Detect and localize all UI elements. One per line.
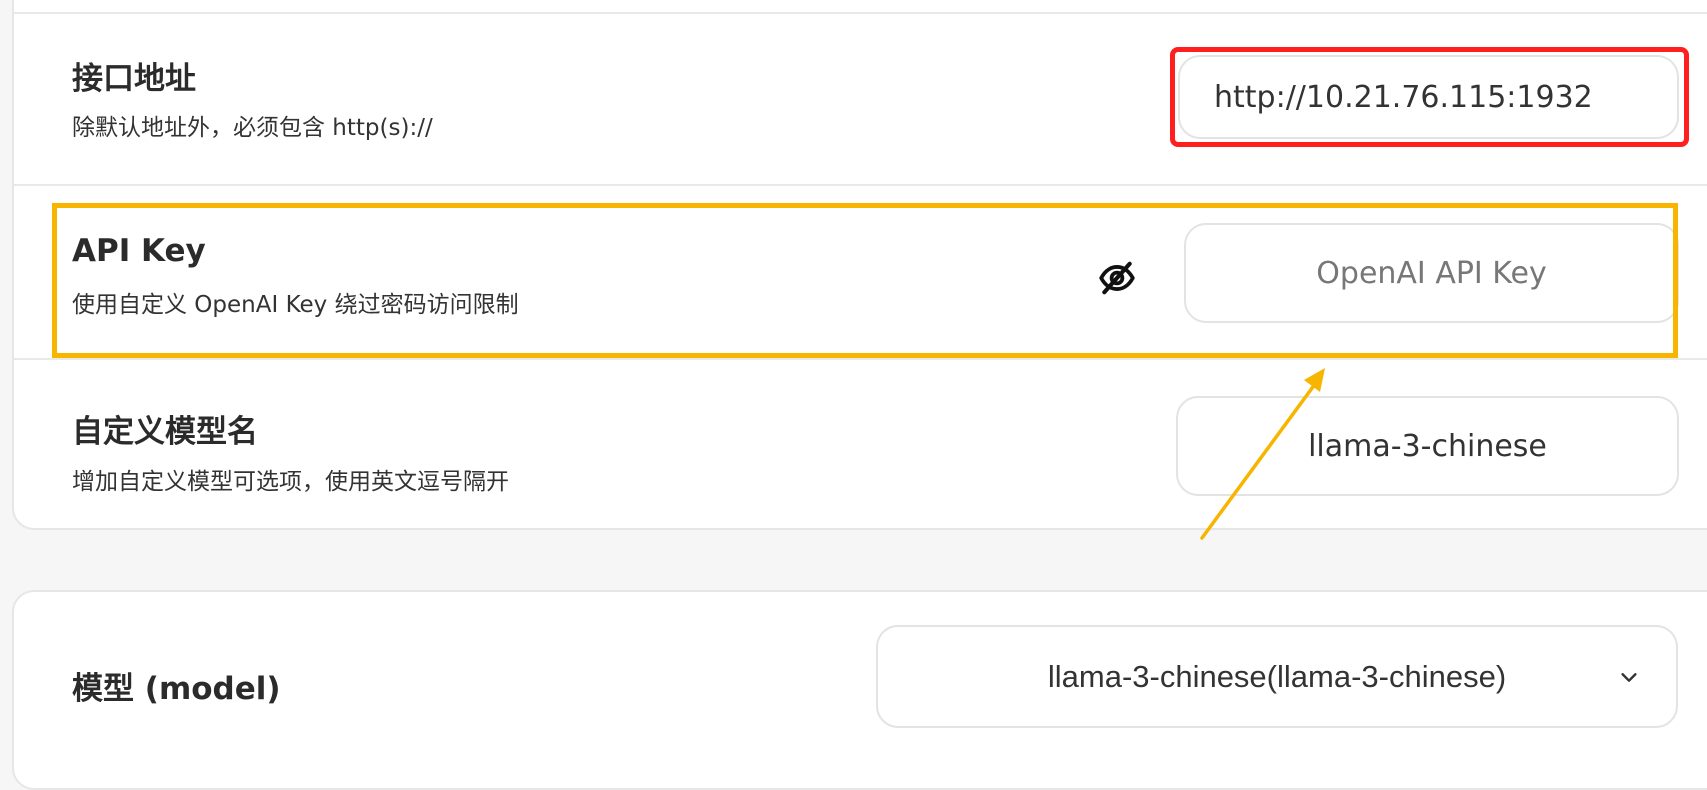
divider	[14, 12, 1707, 14]
divider	[14, 184, 1707, 186]
chevron-down-icon	[1621, 672, 1637, 682]
divider	[14, 358, 1707, 360]
endpoint-title: 接口地址	[72, 61, 196, 97]
custom-models-title: 自定义模型名	[72, 414, 258, 450]
api-key-highlight-box	[52, 203, 1678, 358]
model-selected-value: llama-3-chinese(llama-3-chinese)	[1047, 658, 1507, 694]
custom-models-description: 增加自定义模型可选项，使用英文逗号隔开	[72, 469, 509, 495]
endpoint-description: 除默认地址外，必须包含 http(s)://	[72, 115, 433, 141]
endpoint-highlight-box	[1170, 47, 1689, 147]
model-label: 模型 (model)	[72, 671, 281, 707]
model-select[interactable]: llama-3-chinese(llama-3-chinese)	[876, 625, 1678, 728]
custom-models-input[interactable]: llama-3-chinese	[1176, 396, 1679, 496]
custom-models-input-value: llama-3-chinese	[1308, 428, 1547, 464]
